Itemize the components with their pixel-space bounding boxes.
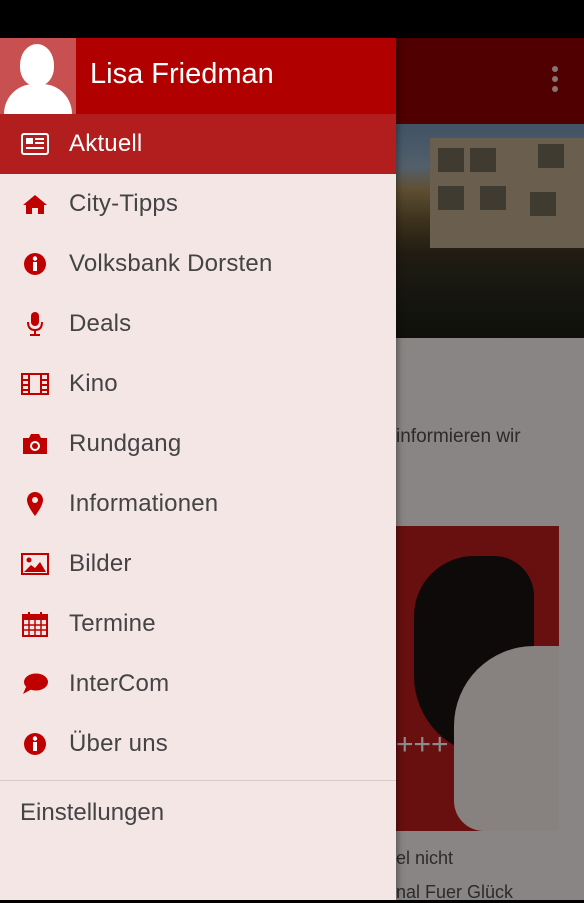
microphone-icon	[21, 310, 49, 338]
menu-item-city-tipps[interactable]: City-Tipps	[0, 174, 396, 234]
menu-item-intercom[interactable]: InterCom	[0, 654, 396, 714]
menu-item-label: Rundgang	[69, 430, 182, 457]
settings-label: Einstellungen	[20, 799, 165, 826]
avatar-head	[20, 44, 54, 86]
menu-item-label: City-Tipps	[69, 190, 179, 217]
info-icon	[21, 250, 49, 278]
menu-item-volksbank-dorsten[interactable]: Volksbank Dorsten	[0, 234, 396, 294]
menu-item-kino[interactable]: Kino	[0, 354, 396, 414]
user-name: Lisa Friedman	[90, 58, 274, 90]
menu-item-aktuell[interactable]: Aktuell	[0, 114, 396, 174]
camera-icon	[21, 430, 49, 458]
menu-item-label: Kino	[69, 370, 118, 397]
menu-item-label: Bilder	[69, 550, 132, 577]
image-icon	[21, 550, 49, 578]
location-pin-icon	[21, 490, 49, 518]
chat-bubble-icon	[21, 670, 49, 698]
menu-item-label: Aktuell	[69, 130, 143, 157]
newspaper-icon	[21, 130, 49, 158]
menu-item-informationen[interactable]: Informationen	[0, 474, 396, 534]
avatar[interactable]	[0, 38, 76, 114]
drawer-header: Lisa Friedman	[0, 38, 396, 114]
menu-item-label: Über uns	[69, 730, 168, 757]
menu-item-bilder[interactable]: Bilder	[0, 534, 396, 594]
drawer-menu: Aktuell City-Tipps Volksbank Dorsten Dea…	[0, 114, 396, 845]
menu-item-label: InterCom	[69, 670, 170, 697]
menu-item-deals[interactable]: Deals	[0, 294, 396, 354]
avatar-body	[4, 84, 72, 114]
menu-item-label: Termine	[69, 610, 156, 637]
calendar-icon	[21, 610, 49, 638]
home-icon	[21, 190, 49, 218]
menu-item-label: Volksbank Dorsten	[69, 250, 273, 277]
menu-item-ueber-uns[interactable]: Über uns	[0, 714, 396, 774]
menu-item-label: Informationen	[69, 490, 219, 517]
menu-item-rundgang[interactable]: Rundgang	[0, 414, 396, 474]
menu-item-termine[interactable]: Termine	[0, 594, 396, 654]
status-bar	[0, 0, 584, 38]
info-icon	[21, 730, 49, 758]
navigation-drawer: Lisa Friedman Aktuell City-Tipps Volksba…	[0, 38, 396, 900]
menu-item-label: Deals	[69, 310, 132, 337]
film-icon	[21, 370, 49, 398]
settings-item[interactable]: Einstellungen	[0, 781, 396, 845]
